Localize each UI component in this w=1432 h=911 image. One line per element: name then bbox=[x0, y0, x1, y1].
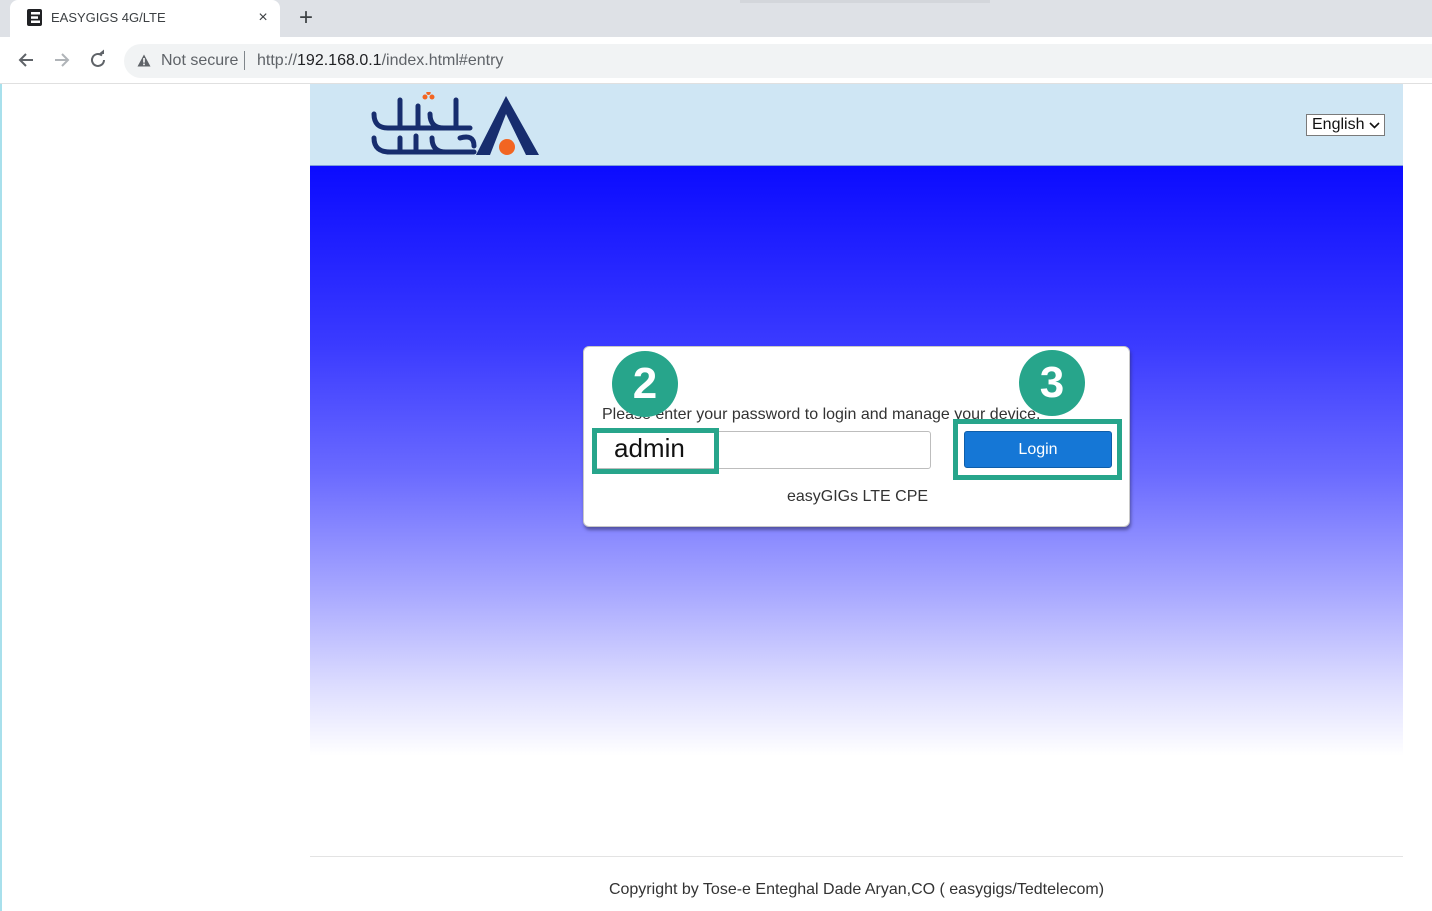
tab-strip-divider bbox=[740, 0, 990, 3]
address-bar[interactable]: Not secure http://192.168.0.1/index.html… bbox=[124, 44, 1432, 78]
page-header: English bbox=[310, 84, 1403, 166]
viewport-edge bbox=[0, 84, 2, 911]
chevron-down-icon bbox=[1369, 122, 1380, 129]
step-2-badge: 2 bbox=[612, 351, 678, 417]
forward-arrow-icon[interactable] bbox=[51, 49, 73, 71]
browser-toolbar: Not secure http://192.168.0.1/index.html… bbox=[0, 37, 1432, 84]
shatel-mobile-logo bbox=[371, 92, 539, 155]
tab-strip: EASYGIGS 4G/LTE × + bbox=[0, 0, 1432, 37]
language-value: English bbox=[1312, 116, 1365, 133]
language-select[interactable]: English bbox=[1306, 114, 1385, 136]
reload-icon[interactable] bbox=[87, 49, 109, 71]
tab-close-icon[interactable]: × bbox=[255, 9, 271, 27]
url-path: /index.html#entry bbox=[381, 52, 504, 69]
new-tab-icon[interactable]: + bbox=[294, 5, 318, 31]
device-name: easyGIGs LTE CPE bbox=[786, 488, 929, 505]
warning-triangle-icon bbox=[137, 54, 151, 67]
tab-easygigs[interactable]: EASYGIGS 4G/LTE × bbox=[10, 0, 280, 37]
copyright-text: Copyright by Tose-e Enteghal Dade Aryan,… bbox=[608, 881, 1105, 898]
url-host: 192.168.0.1 bbox=[297, 52, 382, 69]
browser-window: EASYGIGS 4G/LTE × + Not secure http://19… bbox=[0, 0, 1432, 911]
url-text[interactable]: http://192.168.0.1/index.html#entry bbox=[257, 52, 503, 70]
login-highlight bbox=[953, 419, 1122, 480]
password-highlight bbox=[592, 428, 719, 474]
step-3-badge: 3 bbox=[1019, 350, 1085, 416]
footer-divider bbox=[310, 856, 1403, 857]
url-scheme: http:// bbox=[257, 52, 298, 69]
tab-title: EASYGIGS 4G/LTE bbox=[51, 10, 166, 25]
omnibox-separator bbox=[244, 51, 245, 70]
easygigs-favicon-icon bbox=[27, 9, 42, 26]
back-arrow-icon[interactable] bbox=[15, 49, 37, 71]
security-status[interactable]: Not secure bbox=[161, 52, 238, 70]
